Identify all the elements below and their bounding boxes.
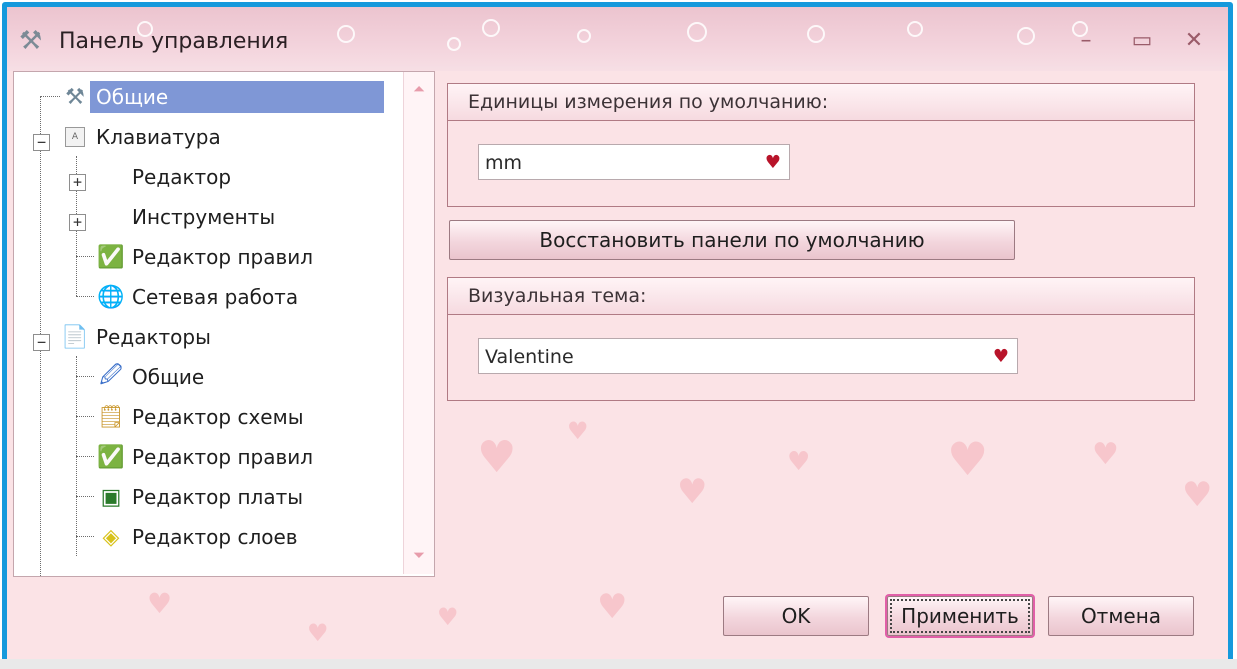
close-button[interactable]: ✕	[1177, 27, 1211, 55]
collapse-editors-toggle[interactable]: −	[33, 334, 50, 351]
desktop-taskbar-edge	[0, 659, 1237, 669]
tools-icon: ⚒	[19, 26, 43, 56]
tree-item-rules-editor-2[interactable]: ✅ Редактор правил	[96, 440, 319, 474]
tree-item-board-editor[interactable]: ▣ Редактор платы	[96, 480, 309, 514]
heart-decoration-icon: ♥	[947, 432, 989, 486]
rules-editor-icon: ✅	[97, 444, 125, 470]
collapse-keyboard-toggle[interactable]: −	[33, 134, 50, 151]
window-title: Панель управления	[59, 29, 289, 54]
tree-item-editor[interactable]: Редактор	[96, 160, 237, 194]
heart-decoration-icon: ♥	[1182, 475, 1213, 515]
heart-decoration-icon: ♥	[787, 447, 811, 477]
edit-picture-icon: 🖉	[99, 363, 123, 388]
tree-item-editors-general[interactable]: 🖉 Общие	[96, 360, 210, 394]
heart-decoration-icon: ♥	[677, 472, 708, 512]
dropdown-heart-arrow-icon[interactable]: ♥	[765, 145, 781, 181]
tree-scrollbar[interactable]: ⏶ ⏷	[403, 72, 434, 574]
tree-connector	[76, 536, 94, 537]
schematic-icon: 🗒	[97, 404, 125, 430]
scroll-up-icon[interactable]: ⏶	[409, 80, 429, 100]
tree-connector	[76, 496, 94, 497]
theme-value: Valentine	[485, 346, 574, 368]
units-group: Единицы измерения по умолчанию: mm ♥	[447, 83, 1195, 207]
heart-decoration-icon: ♥	[1092, 437, 1119, 472]
cancel-button[interactable]: Отмена	[1048, 596, 1194, 636]
expand-editor-toggle[interactable]: +	[69, 174, 86, 191]
restore-panels-button[interactable]: Восстановить панели по умолчанию	[449, 220, 1015, 260]
tree-item-rules-editor[interactable]: ✅ Редактор правил	[96, 240, 319, 274]
maximize-button[interactable]: ▭	[1125, 27, 1159, 55]
heart-decoration-icon: ♥	[147, 587, 173, 620]
tree-item-networking[interactable]: 🌐 Сетевая работа	[96, 280, 304, 314]
heart-decoration-icon: ♥	[597, 587, 628, 627]
network-icon: 🌐	[97, 284, 125, 310]
theme-group-header: Визуальная тема:	[448, 278, 1194, 315]
minimize-button[interactable]: –	[1069, 27, 1103, 55]
settings-tree[interactable]: ⚒ Общие − A Клавиатура + Редактор + Инст…	[13, 71, 435, 577]
dropdown-heart-arrow-icon[interactable]: ♥	[993, 339, 1009, 375]
keyboard-key-icon: A	[60, 122, 90, 152]
layers-icon: ◈	[102, 524, 120, 550]
ok-button[interactable]: OK	[723, 596, 869, 636]
tools-icon: ⚒	[65, 84, 85, 110]
theme-group: Визуальная тема: Valentine ♥	[447, 277, 1195, 401]
heart-decoration-icon: ♥	[567, 417, 589, 445]
units-group-header: Единицы измерения по умолчанию:	[448, 84, 1194, 121]
tree-item-general[interactable]: ⚒ Общие	[60, 80, 384, 114]
tree-connector	[76, 376, 94, 377]
units-dropdown[interactable]: mm ♥	[478, 144, 790, 180]
tree-connector	[76, 256, 94, 257]
expand-tools-toggle[interactable]: +	[69, 214, 86, 231]
heart-decoration-icon: ♥	[437, 603, 459, 631]
tree-connector	[76, 416, 94, 417]
tree-connector	[76, 456, 94, 457]
tree-item-keyboard[interactable]: A Клавиатура	[60, 120, 227, 154]
rules-editor-icon: ✅	[97, 244, 125, 270]
theme-dropdown[interactable]: Valentine ♥	[478, 338, 1018, 374]
tree-item-schematic-editor[interactable]: 🗒 Редактор схемы	[96, 400, 309, 434]
board-icon: ▣	[100, 484, 122, 510]
tree-connector	[40, 96, 60, 97]
title-bar[interactable]: ⚒ Панель управления – ▭ ✕	[7, 7, 1228, 71]
heart-decoration-icon: ♥	[477, 432, 517, 483]
scroll-down-icon[interactable]: ⏷	[409, 546, 429, 566]
document-icon: 📄	[61, 324, 89, 350]
tree-item-tools[interactable]: Инструменты	[96, 200, 281, 234]
tree-connector	[76, 296, 94, 297]
units-value: mm	[485, 152, 523, 174]
tree-item-layers-editor[interactable]: ◈ Редактор слоев	[96, 520, 304, 554]
control-panel-window: ⚒ Панель управления – ▭ ✕ ⚒ Общие − A Кл…	[2, 2, 1233, 667]
heart-decoration-icon: ♥	[307, 619, 329, 647]
apply-button[interactable]: Применить	[887, 596, 1033, 636]
tree-item-editors[interactable]: 📄 Редакторы	[60, 320, 217, 354]
